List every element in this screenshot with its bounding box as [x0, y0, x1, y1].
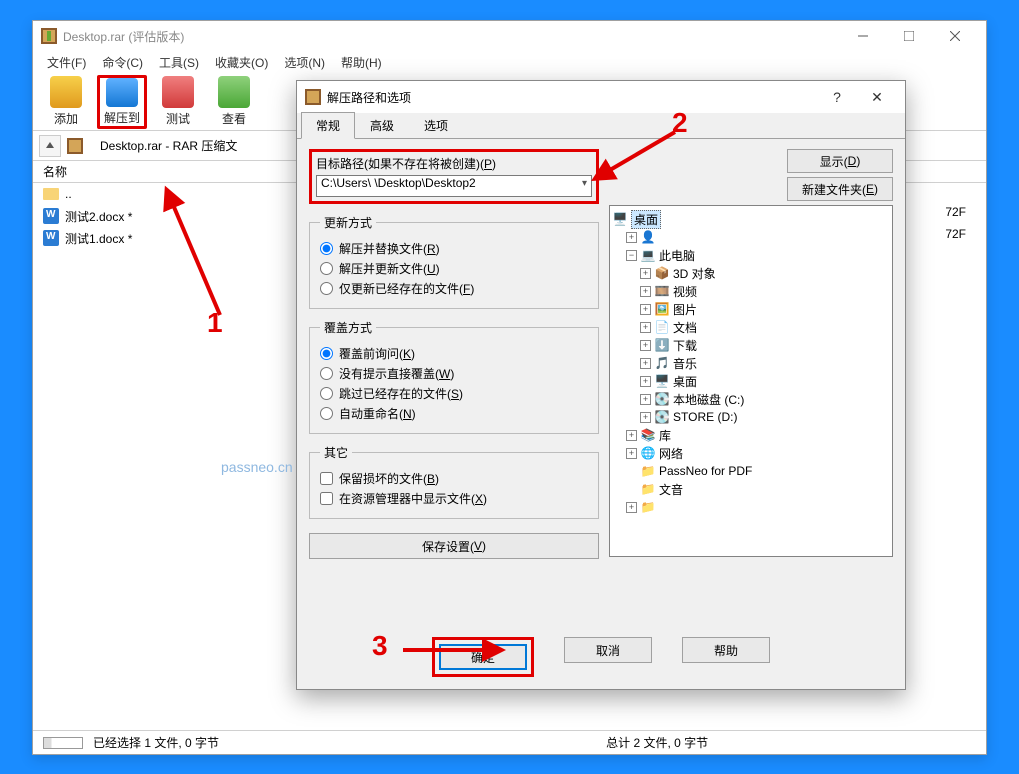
misc-group: 其它 保留损坏的文件(B) 在资源管理器中显示文件(X) [309, 444, 599, 519]
music-icon: 🎵 [654, 355, 670, 371]
update-mode-group: 更新方式 解压并替换文件(R) 解压并更新文件(U) 仅更新已经存在的文件(F) [309, 214, 599, 309]
toolbar-test-button[interactable]: 测试 [153, 75, 203, 129]
folder-tree[interactable]: 🖥️桌面 +👤 −💻此电脑 +📦3D 对象 +🎞️视频 +🖼️图片 +📄文档 +… [609, 205, 893, 557]
toolbar-extract-button[interactable]: 解压到 [97, 75, 147, 129]
radio-skip[interactable]: 跳过已经存在的文件(S) [320, 385, 588, 402]
window-title: Desktop.rar (评估版本) [63, 28, 840, 45]
radio-existing[interactable]: 仅更新已经存在的文件(F) [320, 280, 588, 297]
toolbar-add-button[interactable]: 添加 [41, 75, 91, 129]
library-icon: 📚 [640, 427, 656, 443]
dialog-title: 解压路径和选项 [327, 89, 817, 106]
main-titlebar[interactable]: Desktop.rar (评估版本) [33, 21, 986, 51]
menu-options[interactable]: 选项(N) [276, 52, 333, 73]
maximize-button[interactable] [886, 21, 932, 51]
winrar-icon [305, 89, 321, 105]
docx-icon [43, 208, 59, 224]
network-icon: 🌐 [640, 445, 656, 461]
cancel-button[interactable]: 取消 [564, 637, 652, 663]
help-button[interactable]: ? [817, 89, 857, 105]
dialog-titlebar[interactable]: 解压路径和选项 ? ✕ [297, 81, 905, 113]
status-total: 总计 2 文件, 0 字节 [606, 734, 976, 751]
up-button[interactable] [39, 135, 61, 157]
pictures-icon: 🖼️ [654, 301, 670, 317]
menu-help[interactable]: 帮助(H) [333, 52, 390, 73]
disk-icon: 💽 [654, 391, 670, 407]
docx-icon [43, 230, 59, 246]
extract-dialog: 解压路径和选项 ? ✕ 常规 高级 选项 目标路径(如果不存在将被创建)(P) … [296, 80, 906, 690]
folder-icon: 📦 [654, 265, 670, 281]
destination-path-group: 目标路径(如果不存在将被创建)(P) C:\Users\ \Desktop\De… [309, 149, 599, 204]
radio-replace[interactable]: 解压并替换文件(R) [320, 240, 588, 257]
status-selected: 已经选择 1 文件, 0 字节 [93, 734, 606, 751]
folder-icon [43, 188, 59, 200]
radio-noprompt[interactable]: 没有提示直接覆盖(W) [320, 365, 588, 382]
ok-highlight: 确定 [432, 637, 534, 677]
menu-fav[interactable]: 收藏夹(O) [207, 52, 276, 73]
menu-tools[interactable]: 工具(S) [151, 52, 207, 73]
minimize-button[interactable] [840, 21, 886, 51]
tab-advanced[interactable]: 高级 [355, 112, 409, 138]
radio-ask[interactable]: 覆盖前询问(K) [320, 345, 588, 362]
display-button[interactable]: 显示(D) [787, 149, 893, 173]
new-folder-button[interactable]: 新建文件夹(E) [787, 177, 893, 201]
check-keep-broken[interactable]: 保留损坏的文件(B) [320, 470, 588, 487]
extract-icon [106, 78, 138, 107]
close-button[interactable]: ✕ [857, 89, 897, 106]
overwrite-mode-group: 覆盖方式 覆盖前询问(K) 没有提示直接覆盖(W) 跳过已经存在的文件(S) 自… [309, 319, 599, 434]
test-icon [162, 76, 194, 108]
view-icon [218, 76, 250, 108]
tab-options[interactable]: 选项 [409, 112, 463, 138]
video-icon: 🎞️ [654, 283, 670, 299]
dialog-footer: 确定 取消 帮助 [297, 637, 905, 677]
disk-icon: 💽 [654, 409, 670, 425]
ok-button[interactable]: 确定 [439, 644, 527, 670]
close-button[interactable] [932, 21, 978, 51]
downloads-icon: ⬇️ [654, 337, 670, 353]
progress-icon [43, 737, 83, 749]
destination-path-label: 目标路径(如果不存在将被创建)(P) [316, 155, 592, 172]
radio-rename[interactable]: 自动重命名(N) [320, 405, 588, 422]
folder-icon: 📁 [640, 463, 656, 479]
dialog-tabs: 常规 高级 选项 [297, 113, 905, 139]
save-settings-button[interactable]: 保存设置(V) [309, 533, 599, 559]
pc-icon: 💻 [640, 247, 656, 263]
add-icon [50, 76, 82, 108]
folder-icon: 📁 [640, 481, 656, 497]
desktop-icon: 🖥️ [612, 211, 628, 227]
documents-icon: 📄 [654, 319, 670, 335]
menubar: 文件(F) 命令(C) 工具(S) 收藏夹(O) 选项(N) 帮助(H) [33, 51, 986, 73]
check-show-explorer[interactable]: 在资源管理器中显示文件(X) [320, 490, 588, 507]
archive-icon [67, 138, 83, 154]
help-button[interactable]: 帮助 [682, 637, 770, 663]
radio-update[interactable]: 解压并更新文件(U) [320, 260, 588, 277]
toolbar-view-button[interactable]: 查看 [209, 75, 259, 129]
folder-icon: 📁 [640, 499, 656, 515]
menu-file[interactable]: 文件(F) [39, 52, 94, 73]
menu-command[interactable]: 命令(C) [94, 52, 151, 73]
winrar-icon [41, 28, 57, 44]
tab-general[interactable]: 常规 [301, 112, 355, 139]
desktop-icon: 🖥️ [654, 373, 670, 389]
destination-path-input[interactable]: C:\Users\ \Desktop\Desktop2 [316, 175, 592, 197]
statusbar: 已经选择 1 文件, 0 字节 总计 2 文件, 0 字节 [33, 730, 986, 754]
user-icon: 👤 [640, 229, 656, 245]
